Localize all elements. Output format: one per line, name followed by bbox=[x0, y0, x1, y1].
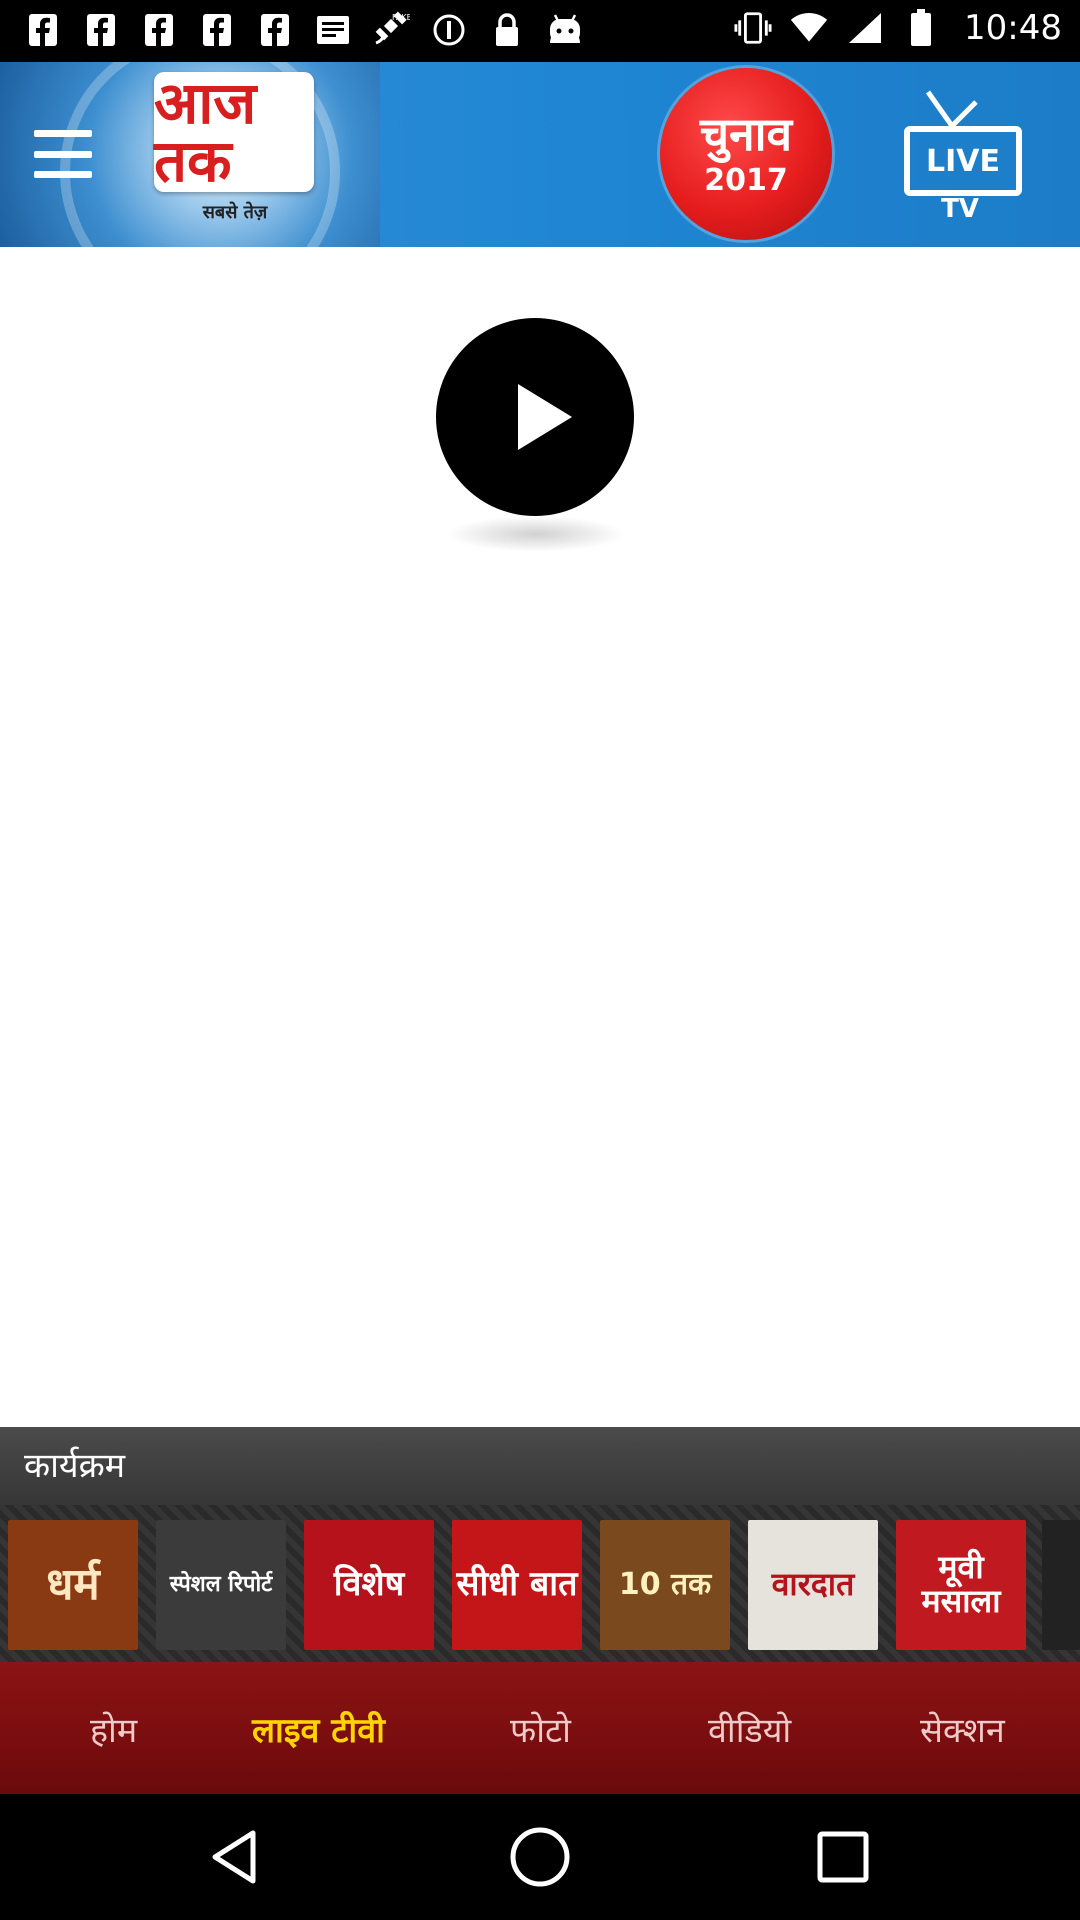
clock: 10:48 bbox=[964, 8, 1062, 48]
fake-gps-icon: FAKE bbox=[372, 10, 410, 50]
program-label: 10 तक bbox=[618, 1567, 712, 1603]
live-label: LIVE bbox=[926, 143, 1000, 179]
back-icon bbox=[212, 1830, 256, 1884]
logo-tagline: सबसे तेज़ bbox=[202, 202, 268, 223]
app-header: आज तक सबसे तेज़ चुनाव 2017 LIVE TV bbox=[0, 62, 1080, 247]
program-thumb-vaardat[interactable]: वारदात bbox=[748, 1520, 878, 1650]
notification-icons: FAKE bbox=[24, 10, 584, 50]
battery-icon bbox=[902, 8, 940, 48]
programs-section: कार्यक्रम धर्म स्पेशल रिपोर्ट विशेष सीधी… bbox=[0, 1427, 1080, 1662]
election-year: 2017 bbox=[704, 162, 788, 198]
wifi-icon bbox=[790, 8, 828, 48]
message-icon bbox=[314, 10, 352, 50]
facebook-icon bbox=[256, 10, 294, 50]
program-thumb-seedhi-baat[interactable]: सीधी बात bbox=[452, 1520, 582, 1650]
program-thumb-movie-masala[interactable]: मूवी मसाला bbox=[896, 1520, 1026, 1650]
android-icon bbox=[546, 10, 584, 50]
program-label: वारदात bbox=[771, 1565, 855, 1604]
bottom-navigation: होम लाइव टीवी फोटो वीडियो सेक्शन bbox=[0, 1662, 1080, 1794]
play-button[interactable] bbox=[436, 318, 634, 516]
lock-icon bbox=[488, 10, 526, 50]
play-icon bbox=[518, 384, 572, 450]
program-label: विशेष bbox=[333, 1564, 405, 1605]
election-2017-button[interactable]: चुनाव 2017 bbox=[660, 68, 832, 240]
program-thumb-10-tak[interactable]: 10 तक bbox=[600, 1520, 730, 1650]
program-thumb-dharm[interactable]: धर्म bbox=[8, 1520, 138, 1650]
tv-label: TV bbox=[941, 194, 979, 224]
android-navigation-bar bbox=[0, 1794, 1080, 1920]
status-bar: FAKE 10:48 bbox=[0, 0, 1080, 62]
svg-text:FAKE: FAKE bbox=[392, 13, 410, 22]
program-thumb-special-report[interactable]: स्पेशल रिपोर्ट bbox=[156, 1520, 286, 1650]
facebook-icon bbox=[140, 10, 178, 50]
system-status: 10:48 bbox=[734, 8, 1062, 48]
logo-box: आज तक bbox=[154, 72, 314, 192]
live-tv-button[interactable]: LIVE TV bbox=[900, 90, 1022, 224]
program-label: सीधी बात bbox=[456, 1564, 578, 1605]
live-tv-screen: LIVE bbox=[904, 126, 1022, 196]
program-label: धर्म bbox=[46, 1558, 100, 1610]
tv-antenna-icon bbox=[925, 90, 978, 130]
nav-video[interactable]: वीडियो bbox=[708, 1706, 791, 1752]
signal-icon bbox=[846, 8, 884, 48]
logo-text: आज तक bbox=[154, 69, 257, 195]
program-label: स्पेशल रिपोर्ट bbox=[169, 1572, 273, 1598]
facebook-icon bbox=[198, 10, 236, 50]
program-label: मूवी मसाला bbox=[921, 1548, 1001, 1620]
programs-title: कार्यक्रम bbox=[24, 1446, 126, 1486]
nav-home[interactable]: होम bbox=[90, 1706, 137, 1752]
aaj-tak-logo[interactable]: आज तक सबसे तेज़ bbox=[150, 72, 320, 237]
play-button-shadow bbox=[446, 516, 626, 552]
program-thumb-vishesh[interactable]: विशेष bbox=[304, 1520, 434, 1650]
menu-button[interactable] bbox=[34, 130, 92, 178]
nav-photo[interactable]: फोटो bbox=[510, 1706, 571, 1752]
home-icon bbox=[510, 1827, 570, 1887]
facebook-icon bbox=[24, 10, 62, 50]
recents-icon bbox=[817, 1831, 869, 1883]
recents-button[interactable] bbox=[808, 1822, 878, 1892]
vibrate-icon bbox=[734, 8, 772, 48]
nav-live-tv[interactable]: लाइव टीवी bbox=[252, 1706, 385, 1752]
facebook-icon bbox=[82, 10, 120, 50]
election-title: चुनाव bbox=[699, 106, 793, 161]
home-button[interactable] bbox=[505, 1822, 575, 1892]
nav-section[interactable]: सेक्शन bbox=[920, 1706, 1005, 1752]
back-button[interactable] bbox=[202, 1822, 272, 1892]
program-thumb-partial[interactable] bbox=[1042, 1520, 1080, 1650]
circle-icon bbox=[430, 10, 468, 50]
